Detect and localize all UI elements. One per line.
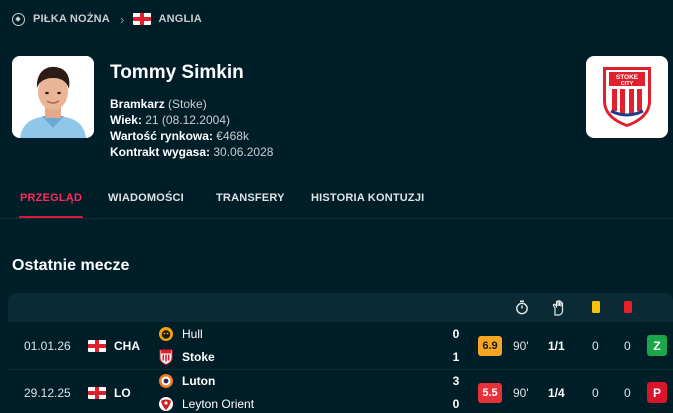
luton-logo-icon [158,373,174,389]
away-team[interactable]: Stoke [182,350,215,364]
home-score: 3 [452,374,460,388]
leyton-orient-logo-icon [158,396,174,412]
soccer-ball-icon [12,12,25,26]
player-position: Bramkarz [110,97,165,111]
england-flag-icon [88,340,106,352]
contract-value: 30.06.2028 [213,145,274,159]
red-cards: 0 [624,386,631,400]
market-value: €468k [216,129,249,143]
yellow-card-icon [592,301,600,313]
result-badge: Z [647,335,667,356]
red-card-icon [624,301,632,313]
england-flag-icon [132,13,151,25]
contract-label: Kontrakt wygasa: [110,145,211,159]
stoke-logo-icon [158,349,174,366]
market-value-label: Wartość rynkowa: [110,129,213,143]
saves: 1/1 [548,339,565,353]
player-club-paren[interactable]: (Stoke) [168,97,207,111]
home-team[interactable]: Luton [182,374,215,388]
glove-icon [552,300,567,321]
player-photo [12,56,94,138]
minutes-played: 90' [513,339,529,353]
home-team[interactable]: Hull [182,327,203,341]
player-rating-badge: 5.5 [478,383,502,403]
player-age-line: Wiek: 21 (08.12.2004) [110,113,230,127]
red-cards: 0 [624,339,631,353]
away-score: 1 [452,350,460,364]
stopwatch-icon [515,300,529,320]
breadcrumb-sport[interactable]: PIŁKA NOŻNA [33,13,110,25]
svg-text:CITY: CITY [621,81,634,87]
away-team[interactable]: Leyton Orient [182,397,254,411]
tab-transfers[interactable]: TRANSFERY [216,182,285,204]
player-name: Tommy Simkin [110,62,244,83]
club-logo-text: STOKE [616,74,639,81]
match-row[interactable]: 01.01.26 CHA Hull Stoke 0 1 6.9 90' 1/1 … [0,323,673,369]
club-logo[interactable]: STOKE CITY [586,56,668,138]
home-score: 0 [452,327,460,341]
tab-divider [0,218,673,219]
minutes-played: 90' [513,386,529,400]
yellow-cards: 0 [592,339,599,353]
tab-injury-history[interactable]: HISTORIA KONTUZJI [311,182,424,204]
matches-table-header [8,293,673,322]
age-value: 21 (08.12.2004) [145,113,230,127]
age-label: Wiek: [110,113,142,127]
match-row[interactable]: 29.12.25 LO Luton Leyton Orient 3 0 5.5 … [0,370,673,413]
breadcrumb-country[interactable]: ANGLIA [159,13,202,25]
tab-bar: PRZEGLĄD WIADOMOŚCI TRANSFERY HISTORIA K… [0,182,673,219]
breadcrumb: PIŁKA NOŻNA › ANGLIA [12,10,202,28]
player-position-line: Bramkarz (Stoke) [110,97,207,111]
chevron-right-icon: › [119,11,125,27]
recent-matches-title: Ostatnie mecze [12,257,130,274]
yellow-cards: 0 [592,386,599,400]
match-date: 01.01.26 [24,339,71,353]
away-score: 0 [452,397,460,411]
player-contract-line: Kontrakt wygasa: 30.06.2028 [110,145,273,159]
saves: 1/4 [548,386,565,400]
player-rating-badge: 6.9 [478,336,502,356]
hull-logo-icon [158,326,174,342]
england-flag-icon [88,387,106,399]
competition-code: LO [114,386,131,400]
match-date: 29.12.25 [24,386,71,400]
tab-news[interactable]: WIADOMOŚCI [108,182,184,204]
result-badge: P [647,382,667,403]
tab-overview[interactable]: PRZEGLĄD [18,182,84,219]
player-value-line: Wartość rynkowa: €468k [110,129,249,143]
competition-code: CHA [114,339,140,353]
